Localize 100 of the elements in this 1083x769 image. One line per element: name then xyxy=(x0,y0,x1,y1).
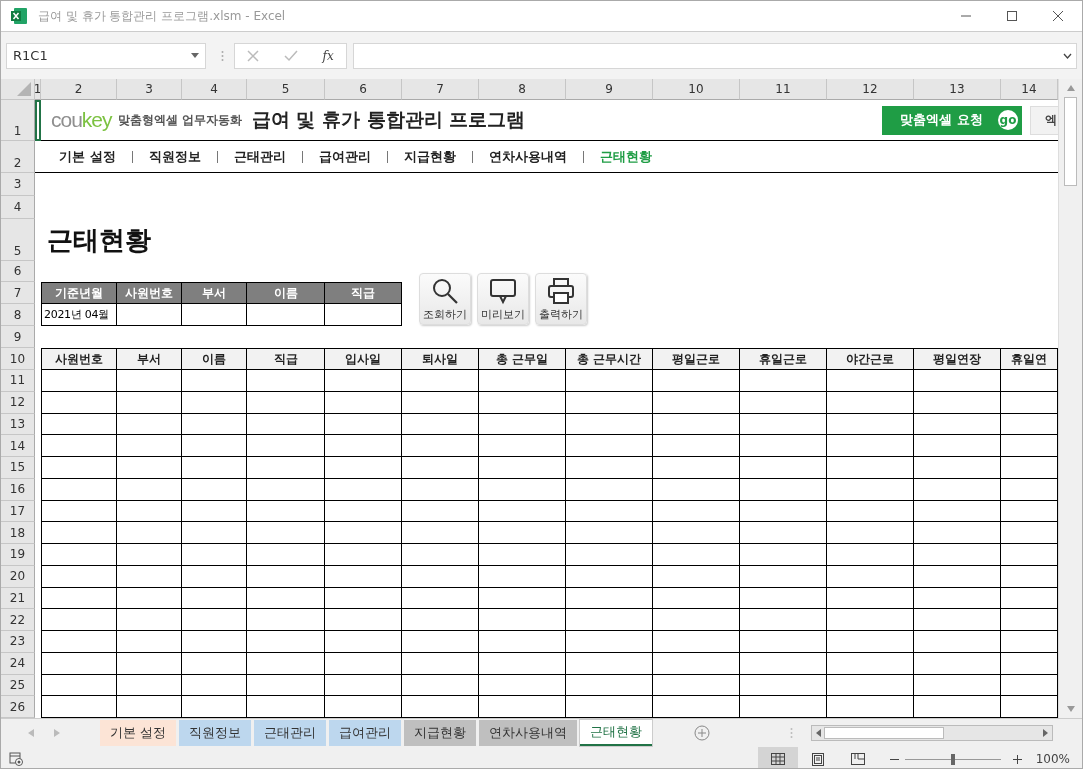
table-cell[interactable] xyxy=(566,674,653,697)
table-cell[interactable] xyxy=(740,478,827,501)
table-cell[interactable] xyxy=(827,674,914,697)
normal-view-button[interactable] xyxy=(757,747,798,768)
table-cell[interactable] xyxy=(402,565,479,588)
table-cell[interactable] xyxy=(325,478,402,501)
column-header[interactable]: 10 xyxy=(653,79,740,100)
nav-link[interactable]: 근태관리 xyxy=(233,147,286,166)
row-header[interactable]: 3 xyxy=(1,173,35,196)
table-cell[interactable] xyxy=(247,674,325,697)
column-header[interactable]: 3 xyxy=(117,79,182,100)
table-cell[interactable] xyxy=(402,674,479,697)
table-cell[interactable] xyxy=(247,435,325,457)
sheet-tab[interactable]: 근태현황 xyxy=(580,720,653,746)
table-cell[interactable] xyxy=(740,522,827,544)
table-cell[interactable] xyxy=(653,370,740,392)
table-cell[interactable] xyxy=(740,544,827,566)
column-header[interactable]: 5 xyxy=(247,79,325,100)
table-cell[interactable] xyxy=(827,631,914,653)
table-cell[interactable] xyxy=(827,391,914,414)
table-cell[interactable] xyxy=(566,522,653,544)
row-header[interactable]: 25 xyxy=(1,674,35,697)
row-header[interactable]: 22 xyxy=(1,609,35,631)
insert-function-button[interactable]: fx xyxy=(322,48,334,63)
table-cell[interactable] xyxy=(566,609,653,631)
table-cell[interactable] xyxy=(325,674,402,697)
name-box[interactable]: R1C1 xyxy=(6,42,206,69)
row-header[interactable]: 9 xyxy=(1,326,35,348)
filter-field[interactable] xyxy=(325,304,402,326)
nav-link[interactable]: 연차사용내역 xyxy=(488,147,567,166)
table-cell[interactable] xyxy=(402,587,479,610)
column-header[interactable]: 2 xyxy=(41,79,117,100)
row-header[interactable]: 23 xyxy=(1,631,35,653)
table-cell[interactable] xyxy=(41,652,117,675)
sheet-tab[interactable]: 지급현황 xyxy=(404,720,477,746)
table-cell[interactable] xyxy=(566,631,653,653)
row-header[interactable]: 15 xyxy=(1,457,35,479)
scroll-left-icon[interactable] xyxy=(816,729,822,737)
request-button[interactable]: 맞춤엑셀 요청 go xyxy=(882,105,1022,135)
column-header[interactable]: 13 xyxy=(914,79,1001,100)
row-header[interactable]: 21 xyxy=(1,587,35,610)
table-cell[interactable] xyxy=(740,391,827,414)
table-cell[interactable] xyxy=(914,435,1001,457)
zoom-level[interactable]: 100% xyxy=(1035,752,1070,766)
table-cell[interactable] xyxy=(827,587,914,610)
table-cell[interactable] xyxy=(566,652,653,675)
table-cell[interactable] xyxy=(653,652,740,675)
sheet-tab[interactable]: 연차사용내역 xyxy=(479,720,578,746)
table-cell[interactable] xyxy=(325,457,402,479)
filter-field[interactable]: 2021년 04월 xyxy=(41,304,117,326)
table-cell[interactable] xyxy=(914,674,1001,697)
table-cell[interactable] xyxy=(402,435,479,457)
table-cell[interactable] xyxy=(402,631,479,653)
table-cell[interactable] xyxy=(117,631,182,653)
selected-cell[interactable] xyxy=(35,100,41,141)
table-cell[interactable] xyxy=(914,565,1001,588)
table-cell[interactable] xyxy=(41,544,117,566)
table-cell[interactable] xyxy=(117,457,182,479)
table-cell[interactable] xyxy=(247,522,325,544)
table-cell[interactable] xyxy=(117,522,182,544)
table-cell[interactable] xyxy=(41,587,117,610)
table-cell[interactable] xyxy=(247,587,325,610)
table-cell[interactable] xyxy=(117,435,182,457)
table-cell[interactable] xyxy=(653,544,740,566)
table-cell[interactable] xyxy=(740,500,827,523)
zoom-in-icon[interactable] xyxy=(1012,754,1022,764)
search-button[interactable]: 조회하기 xyxy=(419,273,471,325)
table-cell[interactable] xyxy=(827,544,914,566)
table-cell[interactable] xyxy=(402,544,479,566)
table-cell[interactable] xyxy=(479,544,566,566)
check-icon[interactable] xyxy=(283,49,298,62)
table-cell[interactable] xyxy=(247,631,325,653)
table-cell[interactable] xyxy=(740,609,827,631)
table-cell[interactable] xyxy=(653,609,740,631)
table-cell[interactable] xyxy=(402,391,479,414)
table-cell[interactable] xyxy=(827,413,914,436)
row-header[interactable]: 26 xyxy=(1,696,35,718)
row-header[interactable]: 5 xyxy=(1,219,35,261)
table-cell[interactable] xyxy=(479,500,566,523)
table-cell[interactable] xyxy=(402,370,479,392)
table-cell[interactable] xyxy=(914,370,1001,392)
table-cell[interactable] xyxy=(325,500,402,523)
maximize-icon[interactable] xyxy=(1006,10,1018,22)
row-header[interactable]: 4 xyxy=(1,196,35,219)
table-cell[interactable] xyxy=(325,652,402,675)
table-cell[interactable] xyxy=(479,413,566,436)
table-cell[interactable] xyxy=(247,413,325,436)
table-cell[interactable] xyxy=(117,500,182,523)
table-cell[interactable] xyxy=(41,413,117,436)
table-cell[interactable] xyxy=(247,652,325,675)
table-cell[interactable] xyxy=(653,674,740,697)
table-cell[interactable] xyxy=(740,587,827,610)
row-header[interactable]: 8 xyxy=(1,304,35,326)
table-cell[interactable] xyxy=(182,674,247,697)
filter-field[interactable] xyxy=(247,304,325,326)
column-header[interactable]: 8 xyxy=(479,79,566,100)
table-cell[interactable] xyxy=(247,457,325,479)
table-cell[interactable] xyxy=(653,435,740,457)
table-cell[interactable] xyxy=(182,370,247,392)
table-cell[interactable] xyxy=(182,544,247,566)
